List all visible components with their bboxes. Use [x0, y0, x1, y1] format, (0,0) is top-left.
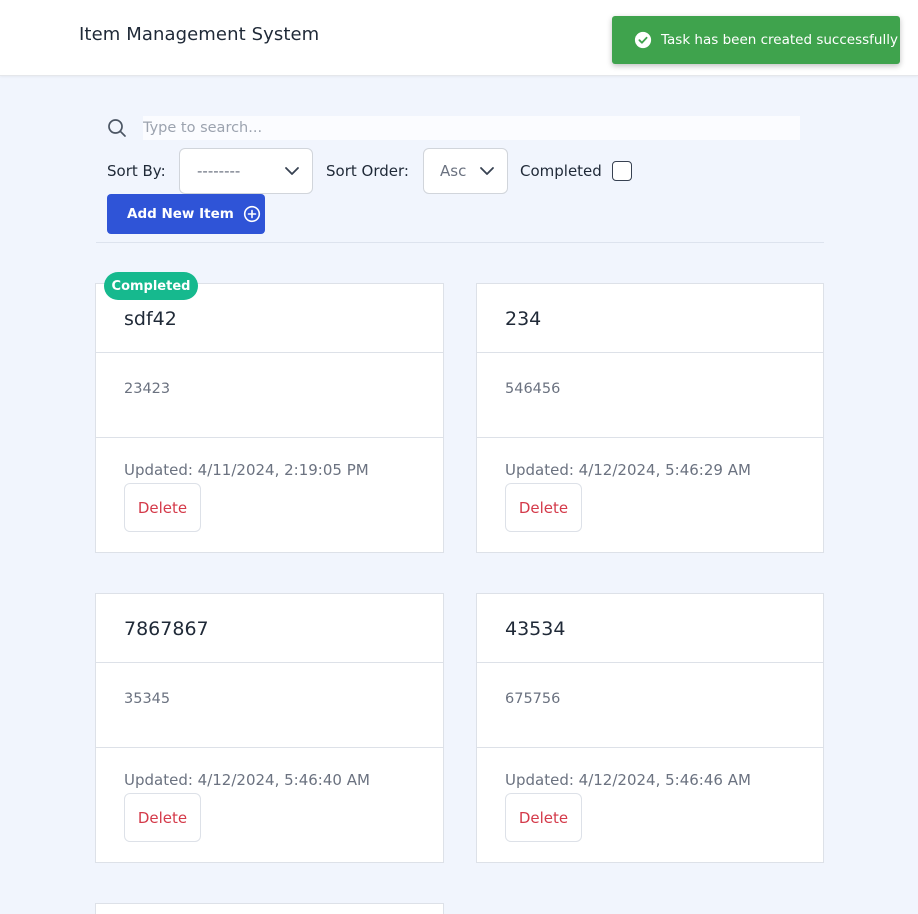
delete-button[interactable]: Delete: [124, 793, 201, 842]
check-circle-icon: [634, 31, 652, 49]
item-card-partial: [95, 903, 444, 914]
card-divider: [477, 352, 823, 353]
sort-by-select[interactable]: --------: [179, 148, 313, 194]
item-card: 43534 675756 Updated: 4/12/2024, 5:46:46…: [476, 593, 824, 863]
chevron-down-icon: [285, 167, 299, 175]
item-description: 546456: [505, 381, 561, 397]
chevron-down-icon: [480, 167, 494, 175]
item-card: 234 546456 Updated: 4/12/2024, 5:46:29 A…: [476, 283, 824, 553]
card-divider: [96, 662, 443, 663]
card-divider: [96, 352, 443, 353]
item-updated: Updated: 4/12/2024, 5:46:40 AM: [124, 771, 370, 789]
add-new-item-button[interactable]: Add New Item: [107, 194, 265, 234]
card-divider: [477, 662, 823, 663]
card-divider: [96, 747, 443, 748]
item-updated: Updated: 4/11/2024, 2:19:05 PM: [124, 461, 369, 479]
item-updated: Updated: 4/12/2024, 5:46:46 AM: [505, 771, 751, 789]
completed-filter-label: Completed: [520, 162, 602, 180]
delete-button[interactable]: Delete: [505, 793, 582, 842]
divider: [96, 242, 824, 243]
item-card: sdf42 23423 Updated: 4/11/2024, 2:19:05 …: [95, 283, 444, 553]
item-description: 23423: [124, 381, 171, 397]
search-bar: [107, 116, 800, 140]
card-divider: [477, 437, 823, 438]
search-input[interactable]: [143, 116, 800, 140]
sort-order-label: Sort Order:: [326, 162, 409, 180]
toast-message: Task has been created successfully: [661, 32, 898, 48]
sort-order-select[interactable]: Asc: [423, 148, 508, 194]
item-title: sdf42: [124, 308, 177, 330]
plus-circle-icon: [243, 205, 260, 223]
add-new-item-label: Add New Item: [127, 206, 234, 222]
success-toast[interactable]: Task has been created successfully: [612, 16, 900, 64]
item-updated: Updated: 4/12/2024, 5:46:29 AM: [505, 461, 751, 479]
sort-by-label: Sort By:: [107, 162, 166, 180]
sort-order-value: Asc: [440, 162, 467, 180]
item-title: 7867867: [124, 618, 209, 640]
item-description: 675756: [505, 691, 561, 707]
item-title: 43534: [505, 618, 566, 640]
completed-checkbox[interactable]: [612, 161, 632, 181]
item-description: 35345: [124, 691, 171, 707]
app-title: Item Management System: [79, 24, 320, 45]
card-divider: [96, 437, 443, 438]
card-divider: [477, 747, 823, 748]
search-icon: [108, 119, 126, 137]
item-title: 234: [505, 308, 542, 330]
item-card: 7867867 35345 Updated: 4/12/2024, 5:46:4…: [95, 593, 444, 863]
delete-button[interactable]: Delete: [124, 483, 201, 532]
completed-badge: Completed: [104, 272, 198, 300]
delete-button[interactable]: Delete: [505, 483, 582, 532]
sort-by-value: --------: [197, 162, 241, 180]
